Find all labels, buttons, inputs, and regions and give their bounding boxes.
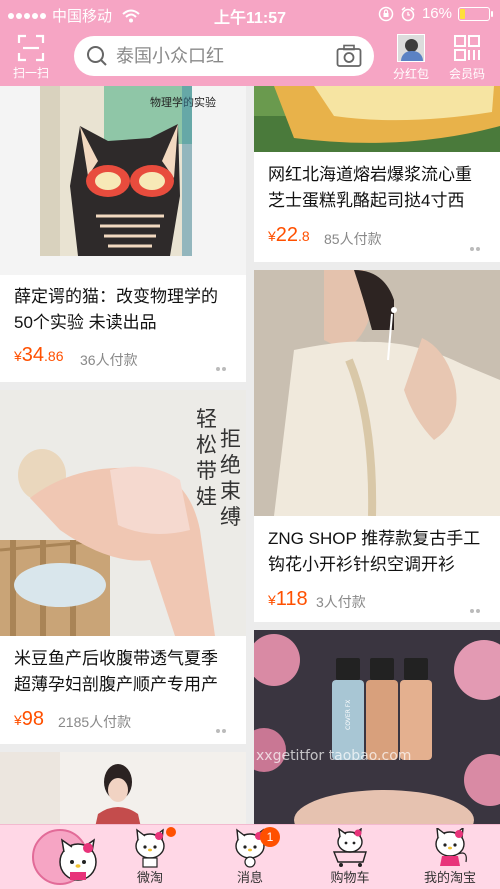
tab-label: 购物车 — [330, 870, 370, 885]
product-image — [254, 86, 500, 152]
scan-label: 扫一扫 — [12, 66, 49, 80]
product-price: ¥22.8 — [268, 224, 310, 246]
product-title: 薛定谔的猫：改变物理学的50个实验 未读出品 — [14, 287, 218, 332]
product-brand-text: COVER FX — [345, 700, 352, 730]
sales-count: 3人付款 — [316, 594, 366, 610]
tab-label: 微淘 — [136, 870, 163, 885]
battery-icon — [458, 6, 493, 21]
top-bar: 扫一扫 分红包 会员码 — [0, 30, 500, 86]
search-bar[interactable] — [74, 36, 374, 76]
status-bar: 中国移动 上午11:57 16% — [0, 0, 500, 30]
tab-messages[interactable]: 1 消息 — [210, 825, 290, 889]
rotation-lock-icon — [378, 6, 394, 21]
member-code-icon — [454, 35, 480, 61]
product-price: ¥34.86 — [14, 344, 64, 366]
battery-percent: 16% — [421, 5, 452, 22]
product-image: 轻松带娃 拒绝束缚 — [0, 390, 246, 636]
sales-count: 2185人付款 — [58, 714, 132, 730]
product-card[interactable]: 轻松带娃 拒绝束缚 米豆鱼产后收腹带透气夏季超薄孕妇剖腹产顺产专用产 ¥98 2… — [0, 390, 246, 744]
sales-count: 85人付款 — [324, 231, 382, 247]
message-badge: 1 — [260, 827, 280, 847]
tab-my-taobao[interactable]: 我的淘宝 — [410, 825, 490, 889]
hello-kitty-cart-icon — [332, 828, 367, 867]
product-title: 网红北海道熔岩爆浆流心重芝士蛋糕乳酪起司挞4寸西 — [268, 165, 472, 210]
tab-home[interactable] — [10, 825, 97, 889]
product-price: ¥118 — [268, 588, 308, 610]
more-options-icon[interactable] — [470, 600, 486, 613]
scan-icon — [17, 34, 45, 62]
product-card[interactable]: ZNG SHOP 推荐款复古手工钩花小开衫针织空调开衫 ¥118 3人付款 — [254, 270, 500, 622]
red-packet-button[interactable]: 分红包 — [388, 34, 434, 82]
product-image: COVER FX xxgetitfor taobao.com — [254, 630, 500, 830]
product-price: ¥98 — [14, 708, 45, 730]
search-input[interactable] — [116, 45, 326, 67]
product-card[interactable]: 网红北海道熔岩爆浆流心重芝士蛋糕乳酪起司挞4寸西 ¥22.8 85人付款 — [254, 86, 500, 262]
tab-label: 消息 — [236, 870, 263, 885]
product-image — [254, 270, 500, 516]
camera-icon[interactable] — [336, 44, 362, 68]
avatar — [397, 34, 425, 62]
scan-button[interactable]: 扫一扫 — [8, 34, 54, 81]
more-options-icon[interactable] — [216, 720, 232, 733]
product-title: 米豆鱼产后收腹带透气夏季超薄孕妇剖腹产顺产专用产 — [14, 649, 218, 694]
alarm-icon — [401, 6, 415, 21]
product-title: ZNG SHOP 推荐款复古手工钩花小开衫针织空调开衫 — [268, 529, 481, 574]
search-icon — [87, 46, 107, 66]
hello-kitty-icon — [135, 828, 165, 868]
tab-label: 我的淘宝 — [423, 870, 476, 885]
hello-kitty-home-icon — [32, 829, 97, 885]
product-image: 物理学的实验 — [0, 86, 246, 275]
member-code-button[interactable]: 会员码 — [444, 34, 490, 82]
sales-count: 36人付款 — [80, 352, 138, 368]
red-packet-label: 分红包 — [392, 67, 429, 81]
tab-cart[interactable]: 购物车 — [310, 825, 390, 889]
product-card[interactable] — [0, 752, 246, 832]
product-image — [0, 752, 246, 832]
product-card[interactable]: COVER FX xxgetitfor taobao.com — [254, 630, 500, 830]
notification-dot — [166, 827, 176, 837]
product-card[interactable]: 物理学的实验 薛定谔的猫：改变物理学的50个实验 未读出品 ¥34.86 36人… — [0, 86, 246, 382]
member-code-label: 会员码 — [448, 67, 485, 81]
tab-weitao[interactable]: 微淘 — [110, 825, 190, 889]
more-options-icon[interactable] — [470, 238, 486, 251]
more-options-icon[interactable] — [216, 358, 232, 371]
bottom-tab-bar: 微淘 1 消息 购物车 我的淘宝 — [0, 824, 500, 889]
hello-kitty-icon — [435, 828, 467, 866]
watermark-text: xxgetitfor taobao.com — [256, 748, 411, 764]
